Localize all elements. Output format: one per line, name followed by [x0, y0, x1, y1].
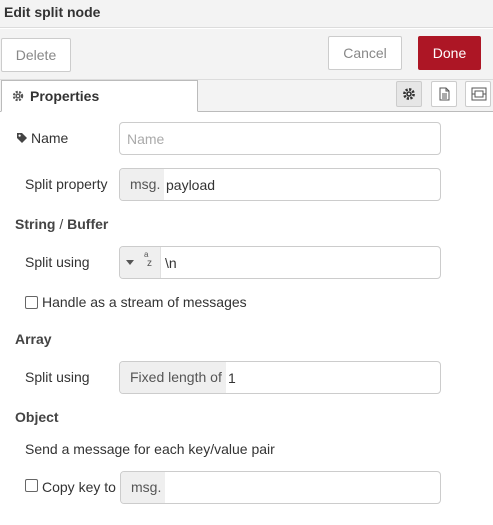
- string-section-separator: /: [55, 216, 68, 232]
- name-input[interactable]: Name: [119, 122, 441, 155]
- split-property-value: payload: [166, 177, 216, 193]
- copy-key-label: Copy key to: [42, 479, 116, 495]
- tag-icon: [16, 131, 28, 147]
- stream-checkbox[interactable]: [25, 296, 38, 309]
- array-split-using-label: Split using: [25, 369, 90, 385]
- split-property-input[interactable]: msg. payload: [119, 168, 441, 201]
- buffer-section-label: Buffer: [67, 216, 109, 232]
- string-buffer-section-title: String / Buffer: [15, 216, 108, 232]
- delete-button[interactable]: Delete: [1, 38, 71, 72]
- gear-icon: [12, 89, 24, 105]
- array-split-input[interactable]: Fixed length of 1: [119, 361, 441, 394]
- name-input-placeholder: Name: [127, 131, 165, 147]
- array-section-title: Array: [15, 331, 52, 347]
- copy-key-prefix[interactable]: msg.: [121, 472, 166, 503]
- tab-properties[interactable]: Properties: [1, 80, 198, 112]
- settings-tab-button[interactable]: [396, 81, 422, 107]
- string-section-label: String: [15, 216, 56, 232]
- caret-down-icon: [126, 260, 134, 265]
- type-select-button[interactable]: az: [120, 247, 161, 278]
- dialog-titlebar: Edit split node: [0, 0, 493, 28]
- string-type-icon: az: [144, 250, 152, 269]
- done-button[interactable]: Done: [418, 36, 481, 70]
- string-split-value: \n: [165, 255, 177, 271]
- split-property-label: Split property: [25, 176, 108, 192]
- array-split-prefix: Fixed length of: [120, 362, 226, 393]
- cancel-button[interactable]: Cancel: [328, 36, 402, 70]
- tab-properties-label: Properties: [30, 88, 100, 104]
- dialog-title: Edit split node: [4, 4, 101, 20]
- object-description: Send a message for each key/value pair: [25, 441, 275, 457]
- string-split-input[interactable]: az \n: [119, 246, 441, 279]
- copy-key-checkbox[interactable]: [25, 479, 38, 492]
- appearance-tab-button[interactable]: [465, 81, 491, 107]
- name-label: Name: [31, 130, 69, 146]
- dialog-toolbar: Delete Cancel Done: [0, 29, 493, 80]
- stream-checkbox-label: Handle as a stream of messages: [42, 294, 247, 310]
- tab-bar: Properties: [0, 80, 493, 112]
- object-section-title: Object: [15, 409, 59, 425]
- array-split-value: 1: [228, 370, 236, 386]
- string-split-using-label: Split using: [25, 254, 90, 270]
- copy-key-input[interactable]: msg.: [120, 471, 441, 504]
- split-property-prefix[interactable]: msg.: [120, 169, 165, 200]
- description-tab-button[interactable]: [431, 81, 457, 107]
